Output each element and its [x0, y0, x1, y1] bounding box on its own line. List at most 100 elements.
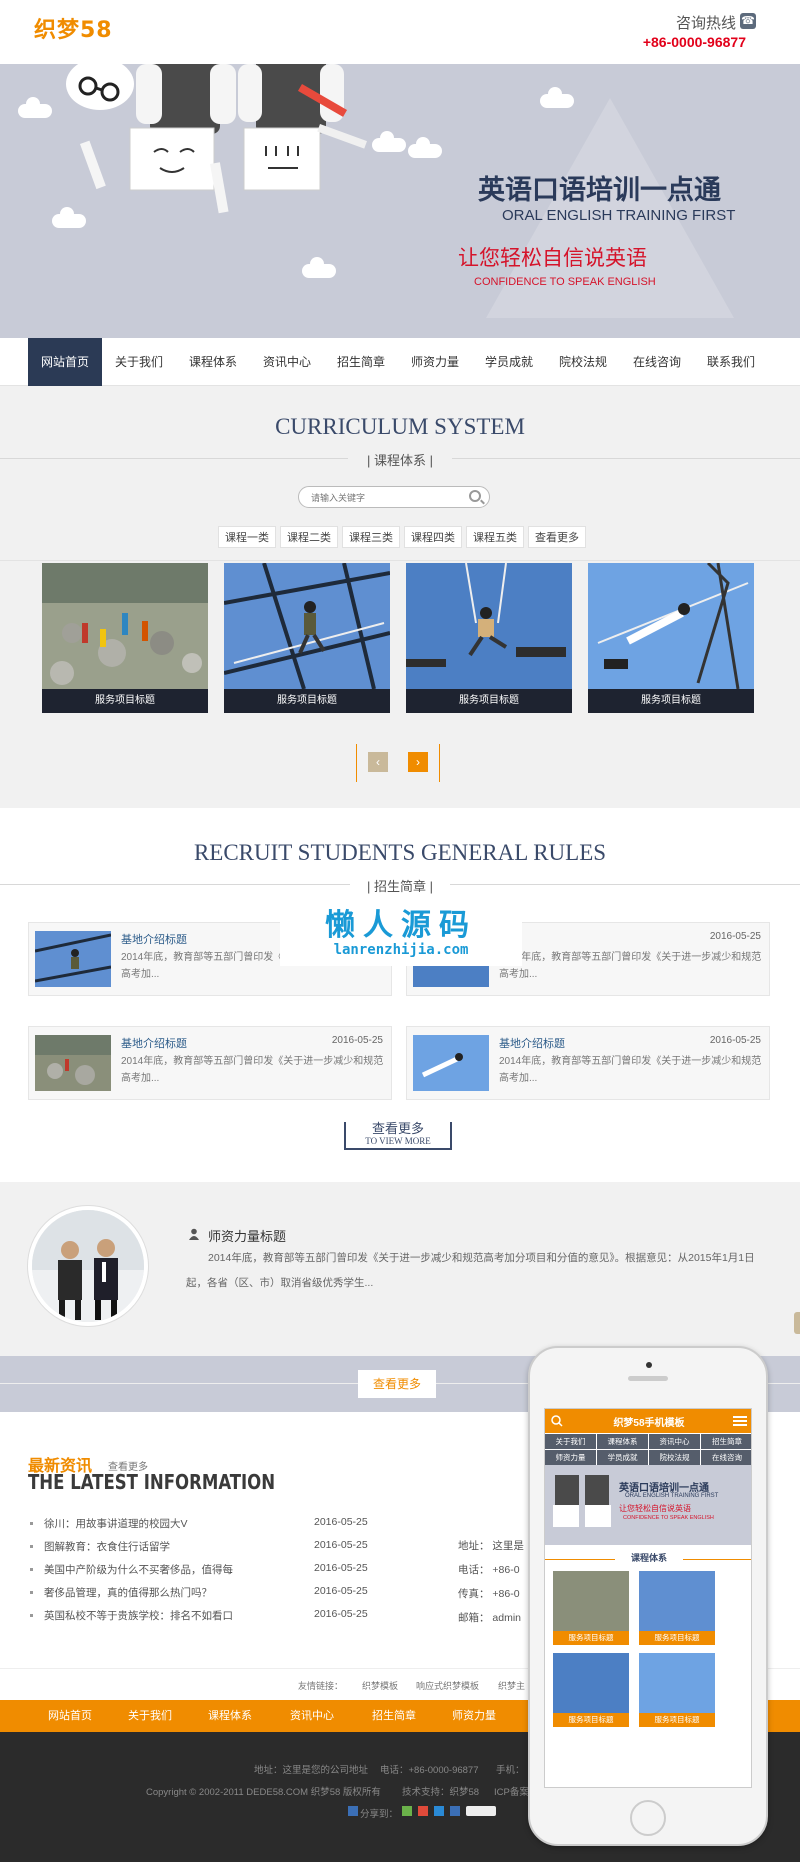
news-item-title: 美国中产阶级为什么不买奢侈品，值得每: [44, 1564, 233, 1576]
mobile-nav-item[interactable]: 院校法规: [649, 1450, 700, 1465]
mobile-header: 织梦58手机模板: [545, 1409, 751, 1433]
cloud-decoration: [18, 97, 52, 118]
footer-nav-item[interactable]: 课程体系: [208, 1700, 252, 1732]
news-item[interactable]: 奢侈品管理，真的值得那么热门吗？ 2016-05-25: [30, 1583, 380, 1603]
teachers-more-button[interactable]: 查看更多: [358, 1370, 436, 1398]
footer-nav-item[interactable]: 网站首页: [48, 1700, 92, 1732]
news-item[interactable]: 英国私校不等于贵族学校：排名不如看口 2016-05-25: [30, 1606, 380, 1626]
mobile-nav-item[interactable]: 在线咨询: [701, 1450, 751, 1465]
nav-item-news[interactable]: 资讯中心: [250, 338, 324, 386]
mobile-banner-title: 英语口语培训一点通: [619, 1483, 709, 1494]
view-more-button[interactable]: 查看更多 TO VIEW MORE: [344, 1121, 452, 1150]
nav-item-admissions[interactable]: 招生简章: [324, 338, 398, 386]
mobile-banner-subtitle: ORAL ENGLISH TRAINING FIRST: [625, 1493, 719, 1499]
mobile-banner-illustration: [553, 1475, 611, 1527]
footer-nav-item[interactable]: 师资力量: [452, 1700, 496, 1732]
carousel-next-button[interactable]: ›: [408, 752, 428, 772]
news-item-title: 奢侈品管理，真的值得那么热门吗？: [44, 1587, 212, 1599]
category-button[interactable]: 课程三类: [342, 526, 400, 548]
share-weibo-icon[interactable]: [418, 1806, 428, 1816]
mobile-screen: 织梦58手机模板 关于我们 课程体系 资讯中心 招生简章 师资力量 学员成就 院…: [544, 1408, 752, 1788]
teacher-photo[interactable]: [28, 1206, 148, 1326]
watermark-url: lanrenzhijia.com: [333, 942, 469, 958]
course-card-image: [406, 563, 572, 689]
recruit-item-thumbnail: [413, 1035, 489, 1091]
category-button[interactable]: 课程一类: [218, 526, 276, 548]
friend-link[interactable]: 织梦主: [498, 1679, 525, 1692]
recruit-subtitle: | 招生简章 |: [367, 879, 433, 894]
recruit-item-date: 2016-05-25: [709, 931, 761, 942]
category-button[interactable]: 课程四类: [404, 526, 462, 548]
nav-item-contact[interactable]: 联系我们: [694, 338, 768, 386]
mobile-course-card-title: 服务项目标题: [639, 1713, 715, 1727]
recruit-item-date: 2016-05-25: [331, 1035, 383, 1046]
recruit-item-title: 基地介绍标题: [121, 1038, 187, 1050]
news-item[interactable]: 图解教育：衣食住行话留学 2016-05-25: [30, 1537, 380, 1557]
recruit-title: RECRUIT STUDENTS GENERAL RULES: [193, 840, 607, 865]
phone-icon: ☎: [740, 13, 756, 29]
contact-email: 邮箱： admin: [458, 1612, 522, 1624]
share-tencent-icon[interactable]: [434, 1806, 444, 1816]
nav-item-about[interactable]: 关于我们: [102, 338, 176, 386]
cloud-decoration: [540, 87, 574, 108]
friend-link[interactable]: 织梦模板: [362, 1679, 398, 1692]
footer-nav-item[interactable]: 资讯中心: [290, 1700, 334, 1732]
share-renren-icon[interactable]: [450, 1806, 460, 1816]
teacher-title[interactable]: 师资力量标题: [208, 1226, 286, 1245]
mobile-course-card[interactable]: 服务项目标题: [639, 1653, 715, 1727]
contact-address: 地址： 这里是: [458, 1540, 524, 1552]
course-card-title: 服务项目标题: [224, 689, 390, 713]
nav-item-courses[interactable]: 课程体系: [176, 338, 250, 386]
category-button[interactable]: 课程二类: [280, 526, 338, 548]
cloud-decoration: [52, 207, 86, 228]
news-item-date: 2016-05-25: [314, 1585, 368, 1597]
course-card[interactable]: 服务项目标题: [42, 563, 208, 713]
footer-phone: 电话：+86-0000-96877: [380, 1765, 479, 1776]
footer-nav-item[interactable]: 关于我们: [128, 1700, 172, 1732]
category-button[interactable]: 课程五类: [466, 526, 524, 548]
share-icon: [348, 1806, 358, 1816]
mobile-banner-slogan: 让您轻松自信说英语: [619, 1504, 691, 1513]
course-card[interactable]: 服务项目标题: [224, 563, 390, 713]
mobile-nav-item[interactable]: 学员成就: [597, 1450, 648, 1465]
mobile-nav-item[interactable]: 关于我们: [545, 1434, 596, 1449]
nav-item-consult[interactable]: 在线咨询: [620, 338, 694, 386]
site-logo[interactable]: 织梦58: [34, 12, 113, 44]
view-more-label-en: TO VIEW MORE: [365, 1136, 431, 1146]
course-card[interactable]: 服务项目标题: [588, 563, 754, 713]
phone-home-button[interactable]: [630, 1800, 666, 1836]
course-card[interactable]: 服务项目标题: [406, 563, 572, 713]
mobile-nav-item[interactable]: 师资力量: [545, 1450, 596, 1465]
side-scroll-handle[interactable]: [794, 1312, 800, 1334]
news-item[interactable]: 美国中产阶级为什么不买奢侈品，值得每 2016-05-25: [30, 1560, 380, 1580]
search-input[interactable]: [311, 491, 461, 505]
menu-icon[interactable]: [733, 1415, 747, 1427]
nav-item-home[interactable]: 网站首页: [28, 338, 102, 386]
news-title-en: THE LATEST INFORMATION: [28, 1470, 276, 1494]
nav-item-regulations[interactable]: 院校法规: [546, 338, 620, 386]
mobile-course-card[interactable]: 服务项目标题: [553, 1571, 629, 1645]
mobile-nav-item[interactable]: 资讯中心: [649, 1434, 700, 1449]
search-icon[interactable]: [469, 490, 481, 502]
mobile-course-card[interactable]: 服务项目标题: [639, 1571, 715, 1645]
friend-link[interactable]: 响应式织梦模板: [416, 1679, 479, 1692]
news-item[interactable]: 徐川：用故事讲道理的校园大V 2016-05-25: [30, 1514, 380, 1534]
share-qzone-icon[interactable]: [402, 1806, 412, 1816]
recruit-item-thumbnail: [35, 931, 111, 987]
footer-address: 地址：这里是您的公司地址: [254, 1765, 369, 1776]
nav-item-achievements[interactable]: 学员成就: [472, 338, 546, 386]
recruit-item[interactable]: 基地介绍标题 2016-05-25 2014年底，教育部等五部门曾印发《关于进一…: [406, 1026, 770, 1100]
recruit-item[interactable]: 基地介绍标题 2016-05-25 2014年底，教育部等五部门曾印发《关于进一…: [28, 1026, 392, 1100]
mobile-banner-slogan-en: CONFIDENCE TO SPEAK ENGLISH: [623, 1515, 714, 1521]
banner-subtitle: ORAL ENGLISH TRAINING FIRST: [502, 207, 736, 224]
cloud-decoration: [408, 137, 442, 158]
carousel-prev-button[interactable]: ‹: [368, 752, 388, 772]
mobile-course-card[interactable]: 服务项目标题: [553, 1653, 629, 1727]
news-item-date: 2016-05-25: [314, 1562, 368, 1574]
mobile-nav-item[interactable]: 课程体系: [597, 1434, 648, 1449]
mobile-nav-item[interactable]: 招生简章: [701, 1434, 751, 1449]
nav-item-teachers[interactable]: 师资力量: [398, 338, 472, 386]
mobile-course-card-title: 服务项目标题: [553, 1631, 629, 1645]
category-more-button[interactable]: 查看更多: [528, 526, 586, 548]
footer-nav-item[interactable]: 招生简章: [372, 1700, 416, 1732]
